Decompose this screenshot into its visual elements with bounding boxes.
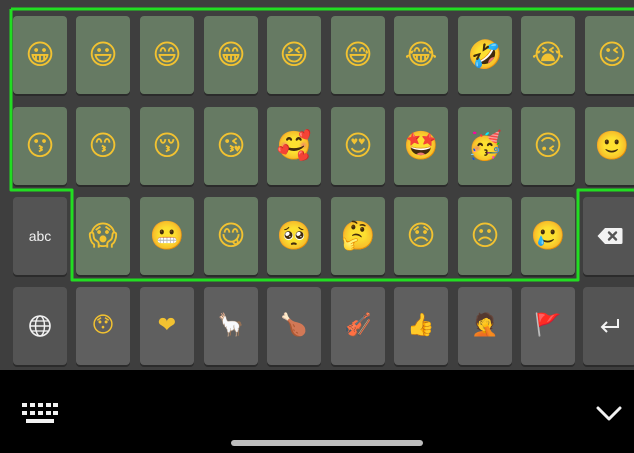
sweat-smile-icon: 😅 xyxy=(343,38,373,71)
emoji-key[interactable]: ☹ xyxy=(458,197,512,275)
tears-of-joy-icon: 😂 xyxy=(404,38,438,71)
emoji-key[interactable]: 😀 xyxy=(13,16,67,94)
squinting-face-icon: 😆 xyxy=(279,38,309,71)
emoji-key[interactable]: 🦙 xyxy=(204,287,258,365)
emoji-key[interactable]: 🥰 xyxy=(267,107,321,185)
emoji-key[interactable]: 😆 xyxy=(267,16,321,94)
home-indicator xyxy=(231,440,423,446)
emoji-key[interactable]: 😘 xyxy=(204,107,258,185)
emoji-key[interactable]: 😬 xyxy=(140,197,194,275)
thumbs-up-icon: 👍 xyxy=(407,313,435,338)
emoji-key[interactable]: 😙 xyxy=(76,107,130,185)
emoji-key[interactable]: 😚 xyxy=(140,107,194,185)
emoji-key[interactable]: 😯 xyxy=(76,287,130,365)
grimacing-face-icon: 😬 xyxy=(149,219,185,252)
llama-icon: 🦙 xyxy=(217,313,245,338)
red-heart-icon: ❤ xyxy=(157,313,177,338)
emoji-keyboard: 😀 😃 😄 😁 😆 😅 😂 🤣 😭 😉 😗 😙 😚 😘 🥰 😍 🤩 🥳 🙃 🙂 😱 😬 😋 🥺 🤔 😞 ☹ 🥲 😯 ❤ 🦙 🍗 🎻 👍 🤦 🚩 … xyxy=(0,0,634,370)
thinking-face-icon: 🤔 xyxy=(340,219,376,252)
emoji-key[interactable]: 🤔 xyxy=(331,197,385,275)
emoji-key[interactable]: 🙂 xyxy=(585,107,634,185)
emoji-key[interactable]: 😞 xyxy=(394,197,448,275)
heart-eyes-icon: 😍 xyxy=(343,129,373,162)
triangular-flag-icon: 🚩 xyxy=(534,313,562,338)
hushed-face-icon: 😯 xyxy=(91,313,115,338)
backspace-icon xyxy=(597,228,623,244)
emoji-key[interactable]: 😱 xyxy=(76,197,130,275)
emoji-key[interactable]: 🤦 xyxy=(458,287,512,365)
emoji-key[interactable]: 👍 xyxy=(394,287,448,365)
poultry-leg-icon: 🍗 xyxy=(280,313,308,338)
pleading-face-icon: 🥺 xyxy=(276,219,312,252)
emoji-key[interactable]: 😭 xyxy=(521,16,575,94)
star-struck-icon: 🤩 xyxy=(403,129,439,162)
globe-key[interactable] xyxy=(13,287,67,365)
emoji-key[interactable]: ❤ xyxy=(140,287,194,365)
loudly-crying-icon: 😭 xyxy=(531,38,565,71)
beaming-face-icon: 😁 xyxy=(216,38,246,71)
emoji-key[interactable]: 😉 xyxy=(585,16,634,94)
holding-back-tears-icon: 🥲 xyxy=(530,219,566,252)
emoji-key[interactable]: 🙃 xyxy=(521,107,575,185)
kissing-smiling-eyes-icon: 😙 xyxy=(88,129,118,162)
rolling-laughing-icon: 🤣 xyxy=(467,38,503,71)
emoji-key[interactable]: 🤣 xyxy=(458,16,512,94)
kissing-face-icon: 😗 xyxy=(25,129,55,162)
upside-down-face-icon: 🙃 xyxy=(533,129,563,162)
emoji-key[interactable]: 😁 xyxy=(204,16,258,94)
disappointed-face-icon: 😞 xyxy=(406,219,436,252)
face-blowing-kiss-icon: 😘 xyxy=(216,129,246,162)
emoji-key[interactable]: 🎻 xyxy=(331,287,385,365)
partying-face-icon: 🥳 xyxy=(467,129,503,162)
screaming-fear-icon: 😱 xyxy=(88,219,118,252)
winking-face-icon: 😉 xyxy=(597,38,627,71)
keyboard-switch-icon[interactable] xyxy=(22,403,58,425)
dismiss-keyboard-icon[interactable] xyxy=(596,406,622,422)
emoji-key[interactable]: 😂 xyxy=(394,16,448,94)
abc-key-label: abc xyxy=(28,228,52,244)
emoji-key[interactable]: 🤩 xyxy=(394,107,448,185)
emoji-key[interactable]: 🥺 xyxy=(267,197,321,275)
smiling-hearts-icon: 🥰 xyxy=(276,129,312,162)
emoji-key[interactable]: 😗 xyxy=(13,107,67,185)
emoji-key[interactable]: 🥳 xyxy=(458,107,512,185)
emoji-key[interactable]: 🍗 xyxy=(267,287,321,365)
return-key[interactable] xyxy=(583,287,634,365)
emoji-key[interactable]: 🚩 xyxy=(521,287,575,365)
frowning-face-icon: ☹ xyxy=(470,219,500,252)
emoji-key[interactable]: 😋 xyxy=(204,197,258,275)
violin-icon: 🎻 xyxy=(344,313,372,338)
emoji-key[interactable]: 😅 xyxy=(331,16,385,94)
grinning-big-eyes-icon: 😃 xyxy=(88,38,118,71)
grinning-face-icon: 😀 xyxy=(25,38,55,71)
slightly-smiling-icon: 🙂 xyxy=(594,129,630,162)
grinning-smiling-eyes-icon: 😄 xyxy=(152,38,182,71)
kissing-closed-eyes-icon: 😚 xyxy=(152,129,182,162)
emoji-key[interactable]: 😃 xyxy=(76,16,130,94)
person-facepalming-icon: 🤦 xyxy=(471,313,499,338)
backspace-key[interactable] xyxy=(583,197,634,275)
globe-icon xyxy=(29,315,51,337)
return-icon xyxy=(600,319,619,333)
face-savoring-food-icon: 😋 xyxy=(216,219,246,252)
abc-key[interactable]: abc xyxy=(13,197,67,275)
emoji-key[interactable]: 🥲 xyxy=(521,197,575,275)
emoji-key[interactable]: 😄 xyxy=(140,16,194,94)
emoji-key[interactable]: 😍 xyxy=(331,107,385,185)
